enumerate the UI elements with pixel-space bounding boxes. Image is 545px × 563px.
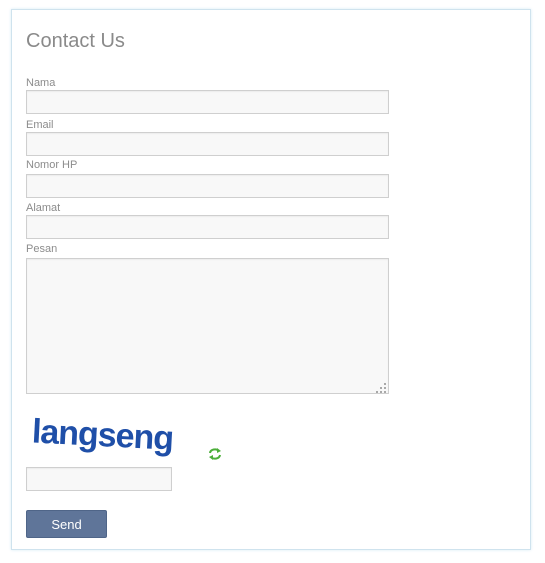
nama-label: Nama (26, 77, 56, 89)
nama-input[interactable] (26, 90, 389, 114)
resize-grip-icon[interactable] (375, 382, 387, 394)
captcha-text: langseng (31, 412, 174, 457)
alamat-input[interactable] (26, 215, 389, 239)
send-button[interactable]: Send (26, 510, 107, 538)
pesan-textarea[interactable] (26, 258, 389, 394)
captcha-image: langseng (31, 412, 174, 457)
email-label: Email (26, 119, 54, 131)
pesan-label: Pesan (26, 243, 58, 255)
email-input[interactable] (26, 132, 389, 156)
alamat-label: Alamat (26, 202, 61, 214)
contact-form-card: Contact Us Nama Email Nomor HP Alamat Pe… (11, 9, 531, 550)
captcha-input[interactable] (26, 467, 172, 491)
nomor-hp-label: Nomor HP (26, 159, 78, 171)
nomor-hp-input[interactable] (26, 174, 389, 198)
page-title: Contact Us (26, 30, 125, 52)
refresh-icon[interactable] (208, 447, 222, 461)
